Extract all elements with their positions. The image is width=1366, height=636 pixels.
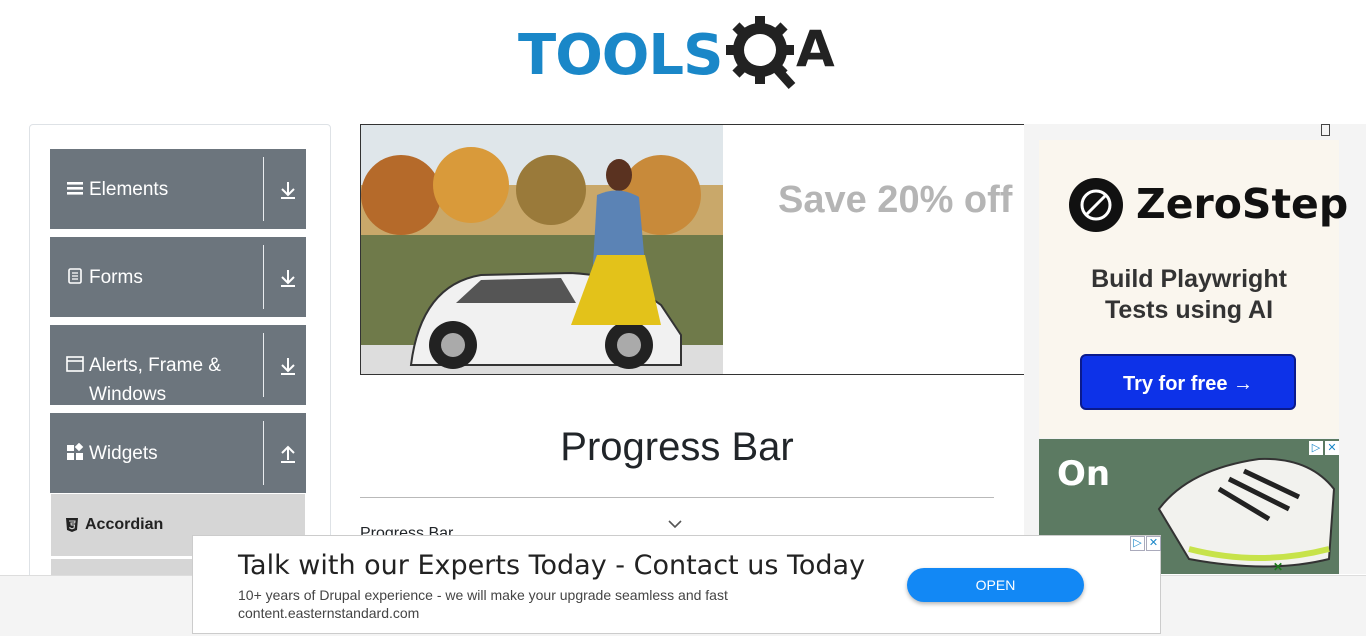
on-logo: On — [1057, 454, 1111, 494]
sidebar-group-label: Widgets — [89, 443, 158, 464]
sidebar-group-forms[interactable]: Forms — [50, 237, 306, 317]
divider — [263, 157, 264, 221]
sidebar-group-label: Alerts, Frame & Windows — [89, 355, 221, 405]
close-icon[interactable]: ✕ — [1325, 441, 1339, 455]
tagline-line: Build Playwright — [1091, 265, 1287, 293]
adchoices-icon[interactable]: ▷ — [1130, 536, 1145, 551]
shoe-image — [1157, 457, 1336, 568]
sidebar-group-label: Elements — [89, 179, 169, 200]
ad-headline[interactable]: Talk with our Experts Today - Contact us… — [238, 550, 865, 581]
toolsqa-logo[interactable]: TOOLS A — [518, 14, 840, 92]
divider — [263, 245, 264, 309]
logo-a: A — [796, 20, 835, 78]
document-icon — [68, 268, 82, 284]
page-title: Progress Bar — [560, 425, 794, 469]
download-arrow-icon[interactable] — [278, 267, 298, 289]
ad-url[interactable]: content.easternstandard.com — [238, 605, 419, 621]
divider — [263, 333, 264, 397]
divider — [360, 497, 994, 498]
ad-description: 10+ years of Drupal experience - we will… — [238, 587, 728, 603]
banner-image — [361, 125, 723, 374]
right-ad[interactable]: ZeroStep Build Playwright Tests using AI… — [1024, 124, 1366, 574]
zerostep-tagline: Build Playwright Tests using AI — [1039, 264, 1339, 326]
sidebar-item-label: Accordian — [85, 516, 164, 533]
try-for-free-button[interactable]: Try for free → — [1080, 354, 1296, 410]
open-button[interactable]: OPEN — [907, 568, 1084, 602]
upload-arrow-icon[interactable] — [278, 443, 298, 465]
banner-ad[interactable]: Save 20% off — [360, 124, 1026, 375]
gear-magnifier-icon: A — [726, 16, 835, 90]
chevron-down-icon[interactable] — [667, 517, 683, 531]
widgets-icon — [67, 443, 84, 460]
sidebar-group-elements[interactable]: Elements — [50, 149, 306, 229]
adchoices-icon[interactable]: ▷ — [1309, 441, 1323, 455]
divider — [263, 421, 264, 485]
sidebar-group-widgets[interactable]: Widgets — [50, 413, 306, 493]
close-icon[interactable] — [1321, 124, 1330, 136]
tagline-line: Tests using AI — [1104, 296, 1274, 324]
logo-text: TOOLS — [518, 23, 723, 88]
download-arrow-icon[interactable] — [278, 355, 298, 377]
download-arrow-icon[interactable] — [278, 179, 298, 201]
close-icon[interactable]: ✕ — [1273, 560, 1283, 574]
hamburger-icon — [67, 182, 83, 195]
sidebar-group-alerts[interactable]: Alerts, Frame & Windows — [50, 325, 306, 405]
html5-icon — [66, 518, 78, 532]
sidebar: Elements Forms Alerts, Frame & Windows W… — [29, 124, 331, 596]
close-icon[interactable]: ✕ — [1146, 536, 1161, 551]
zerostep-brand: ZeroStep — [1136, 180, 1349, 228]
banner-promo-text: Save 20% off — [778, 179, 1013, 221]
window-icon — [66, 356, 84, 372]
zerostep-ad[interactable]: ZeroStep Build Playwright Tests using AI… — [1039, 140, 1348, 438]
sidebar-group-label: Forms — [89, 267, 143, 288]
zerostep-logo-icon — [1069, 178, 1123, 232]
bottom-ad[interactable]: ▷ ✕ Talk with our Experts Today - Contac… — [192, 535, 1161, 634]
